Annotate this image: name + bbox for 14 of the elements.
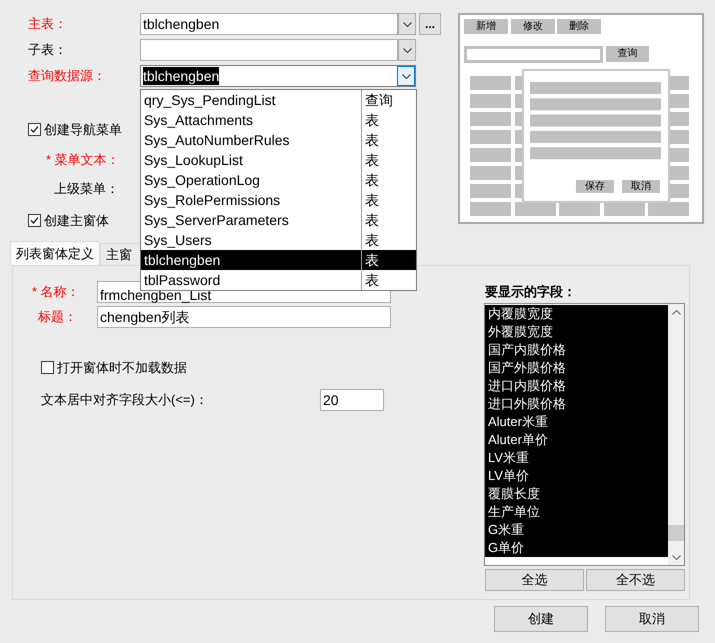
checkbox-label: 创建主窗体 <box>44 212 109 230</box>
field-label: * 菜单文本： <box>46 150 120 168</box>
field-label: 文本居中对齐字段大小(<=)： <box>41 390 209 409</box>
field-label: 子表： <box>28 41 68 60</box>
combo-value: tblchengben <box>143 14 220 34</box>
checkbox-label: 打开窗体时不加载数据 <box>57 359 187 377</box>
field-label: 查询数据源： <box>28 67 107 86</box>
combo-value: tblchengben <box>143 67 220 85</box>
field-label: * 名称： <box>32 283 81 302</box>
field-label: 主表： <box>28 15 68 34</box>
list-label: 要显示的字段： <box>485 283 577 301</box>
checkbox-label: 创建导航菜单 <box>44 121 122 139</box>
field-label: 上级菜单： <box>54 180 119 198</box>
field-label: 标题： <box>37 308 78 326</box>
